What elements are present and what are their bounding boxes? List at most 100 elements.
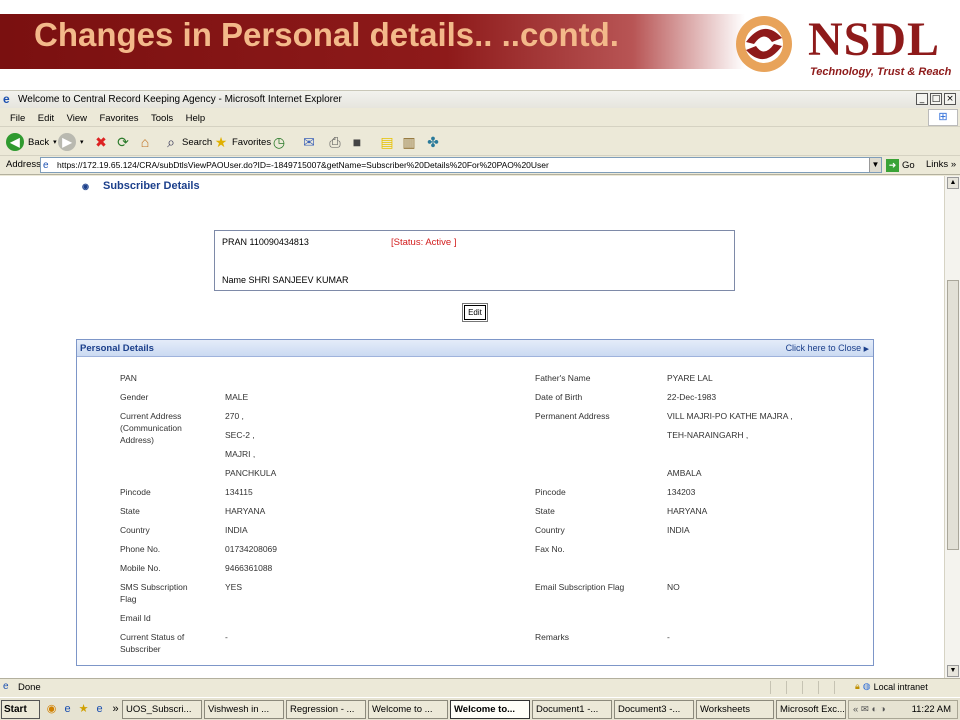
go-button[interactable]: ➜ Go xyxy=(886,159,915,172)
current-address-line: SEC-2 , xyxy=(225,430,255,440)
maximize-button[interactable]: □ xyxy=(930,93,942,105)
perm-state-label: State xyxy=(535,506,555,516)
status-cell xyxy=(786,681,800,694)
history-button[interactable]: ◷ xyxy=(270,132,288,152)
current-address-line: MAJRI , xyxy=(225,449,256,459)
country-label: Country xyxy=(120,525,150,535)
state-label: State xyxy=(120,506,140,516)
vertical-scrollbar[interactable]: ▲ ▼ xyxy=(944,176,960,678)
start-label: Start xyxy=(4,704,27,715)
screen: Changes in Personal details.. ..contd. N… xyxy=(0,0,960,720)
panel-title: Personal Details xyxy=(80,343,154,354)
messenger-button[interactable]: ✤ xyxy=(424,132,442,152)
dob-label: Date of Birth xyxy=(535,392,583,402)
home-icon: ⌂ xyxy=(140,134,150,150)
bullet-icon: ◉ xyxy=(82,181,89,191)
sms-flag-value: YES xyxy=(225,582,243,592)
taskbar-item-active[interactable]: Welcome to... xyxy=(450,700,530,719)
search-button[interactable]: ⌕ Search xyxy=(162,132,212,152)
scroll-up-icon[interactable]: ▲ xyxy=(947,177,959,189)
taskbar-item[interactable]: Vishwesh in ... xyxy=(204,700,284,719)
page-content: ◉ Subscriber Details PRAN 110090434813 [… xyxy=(0,176,944,678)
window-title: Welcome to Central Record Keeping Agency… xyxy=(18,94,342,105)
taskbar-item[interactable]: Regression - ... xyxy=(286,700,366,719)
mobile-label: Mobile No. xyxy=(120,563,161,573)
pincode-label: Pincode xyxy=(120,487,151,497)
refresh-icon: ⟳ xyxy=(117,134,129,150)
done-page-icon: e xyxy=(3,681,9,692)
logo-text: NSDL xyxy=(808,13,941,66)
menu-help[interactable]: Help xyxy=(182,109,210,128)
perm-country-label: Country xyxy=(535,525,565,535)
start-button[interactable]: Start xyxy=(1,700,40,719)
menu-file[interactable]: File xyxy=(6,109,29,128)
address-input[interactable]: e https://172.19.65.124/CRA/subDtlsViewP… xyxy=(40,157,882,173)
minimize-button[interactable]: _ xyxy=(916,93,928,105)
state-value: HARYANA xyxy=(225,506,266,516)
taskbar-item[interactable]: Welcome to ... xyxy=(368,700,448,719)
system-tray: « ✉ ◐ ◑ 11:22 AM xyxy=(848,700,958,719)
quicklaunch-icon[interactable]: ★ xyxy=(76,702,91,717)
email-flag-label: Email Subscription Flag xyxy=(535,582,625,592)
intranet-icon: ◍ xyxy=(862,681,871,691)
address-dropdown-icon[interactable]: ▼ xyxy=(869,158,881,172)
scroll-down-icon[interactable]: ▼ xyxy=(947,665,959,677)
taskbar-item[interactable]: UOS_Subscri... xyxy=(122,700,202,719)
edit-page-button[interactable]: ■ xyxy=(348,132,366,152)
tray-icons[interactable]: « ✉ ◐ ◑ xyxy=(853,701,886,718)
nsdl-logo: NSDL Technology, Trust & Reach xyxy=(728,10,960,82)
favorites-button[interactable]: ★ Favorites xyxy=(212,132,271,152)
status-badge: [Status: Active ] xyxy=(391,237,457,248)
browser-window: e Welcome to Central Record Keeping Agen… xyxy=(0,90,960,720)
links-label: Links xyxy=(926,159,949,170)
sms-flag-label: SMS Subscription Flag xyxy=(120,582,188,604)
perm-state-value: HARYANA xyxy=(667,506,708,516)
slide-header: Changes in Personal details.. ..contd. N… xyxy=(0,0,960,90)
lock-icon: 🔒︎ xyxy=(855,681,860,691)
menu-tools[interactable]: Tools xyxy=(147,109,177,128)
quicklaunch-icon[interactable]: ◉ xyxy=(44,702,59,717)
arrow-right-icon: ▶ xyxy=(863,346,869,353)
stop-button[interactable]: ✖ xyxy=(92,132,110,152)
ie-quicklaunch-icon[interactable]: e xyxy=(60,702,75,717)
discuss-button[interactable]: ▤ xyxy=(378,132,396,152)
taskbar-item[interactable]: Document3 -... xyxy=(614,700,694,719)
edit-page-icon: ■ xyxy=(352,134,362,150)
taskbar-item[interactable]: Document1 -... xyxy=(532,700,612,719)
section-heading: Subscriber Details xyxy=(102,180,200,192)
close-button[interactable]: × xyxy=(944,93,956,105)
father-name-value: PYARE LAL xyxy=(667,373,713,383)
back-button[interactable]: ◀ Back ▾ xyxy=(6,132,57,152)
toolbar: ◀ Back ▾ ▶ ▾ ✖ ⟳ ⌂ ⌕ Search ★ Favorites … xyxy=(0,127,960,156)
menu-view[interactable]: View xyxy=(63,109,91,128)
gender-value: MALE xyxy=(225,392,249,402)
home-button[interactable]: ⌂ xyxy=(136,132,154,152)
taskbar-item[interactable]: Microsoft Exc... xyxy=(776,700,846,719)
subscriber-name: Name SHRI SANJEEV KUMAR xyxy=(222,275,349,285)
refresh-button[interactable]: ⟳ xyxy=(114,132,132,152)
menu-edit[interactable]: Edit xyxy=(34,109,58,128)
print-button[interactable]: ⎙ xyxy=(326,132,344,152)
research-button[interactable]: ▥ xyxy=(400,132,418,152)
taskbar-item[interactable]: Worksheets xyxy=(696,700,774,719)
edit-button[interactable]: Edit xyxy=(462,303,488,322)
father-name-label: Father's Name xyxy=(535,373,591,383)
close-panel-link[interactable]: Click here to Close ▶ xyxy=(786,343,869,353)
menu-favorites[interactable]: Favorites xyxy=(95,109,142,128)
print-icon: ⎙ xyxy=(329,134,341,150)
security-zone: 🔒︎ ◍ Local intranet xyxy=(855,681,928,692)
ie-icon: e xyxy=(3,92,10,106)
forward-button[interactable]: ▶ ▾ xyxy=(58,132,84,152)
links-button[interactable]: Links » xyxy=(926,159,956,170)
scroll-thumb[interactable] xyxy=(947,280,959,550)
permanent-address-line: AMBALA xyxy=(667,468,702,478)
status-bar: e Done 🔒︎ ◍ Local intranet xyxy=(0,678,960,696)
forward-arrow-icon: ▶ xyxy=(58,133,76,151)
more-chevron-icon[interactable]: » xyxy=(108,702,123,717)
mail-button[interactable]: ✉ xyxy=(300,132,318,152)
status-cell xyxy=(834,681,848,694)
personal-details-panel: Personal Details Click here to Close ▶ P… xyxy=(76,339,874,666)
back-label: Back xyxy=(28,136,50,148)
close-panel-label: Click here to Close xyxy=(785,343,862,353)
quicklaunch-icon[interactable]: e xyxy=(92,702,107,717)
